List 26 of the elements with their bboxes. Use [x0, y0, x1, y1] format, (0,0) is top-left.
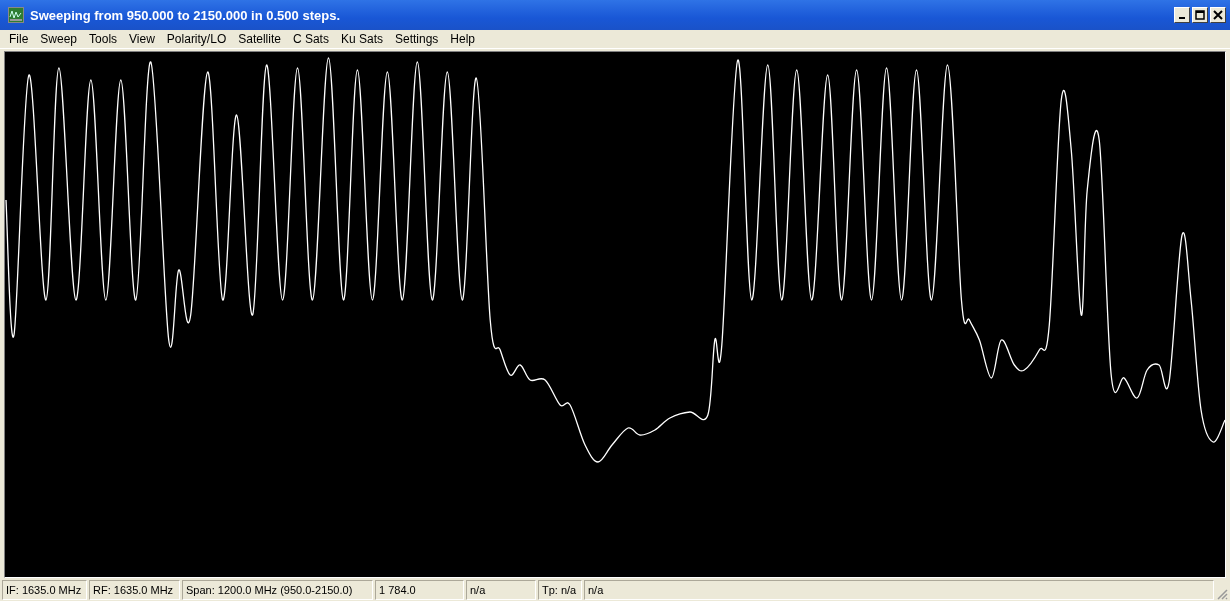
menu-item[interactable]: File [3, 32, 35, 46]
menu-item[interactable]: Sweep [34, 32, 84, 46]
menu-item[interactable]: C Sats [286, 32, 335, 46]
status-pane: n/a [584, 580, 1214, 600]
menu-item[interactable]: Help [444, 32, 481, 46]
menu-item[interactable]: Settings [388, 32, 445, 46]
window-title: Sweeping from 950.000 to 2150.000 in 0.500 steps. [30, 7, 341, 23]
status-pane: Span: 1200.0 MHz (950.0-2150.0) [182, 580, 373, 600]
status-pane: n/a [466, 580, 536, 600]
menu-item[interactable]: Satellite [232, 32, 287, 46]
close-icon [1213, 10, 1223, 20]
close-button[interactable] [1210, 7, 1226, 23]
menu-item[interactable]: Tools [83, 32, 124, 46]
resize-grip-icon[interactable] [1216, 588, 1228, 600]
menu-item[interactable]: View [123, 32, 161, 46]
maximize-button[interactable] [1192, 7, 1208, 23]
status-pane: IF: 1635.0 MHz [2, 580, 87, 600]
status-pane: Tp: n/a [538, 580, 582, 600]
status-pane: RF: 1635.0 MHz [89, 580, 180, 600]
app-icon [8, 7, 24, 23]
minimize-button[interactable] [1174, 7, 1190, 23]
maximize-icon [1195, 10, 1205, 20]
status-pane: 1 784.0 [375, 580, 464, 600]
minimize-icon [1179, 17, 1185, 19]
menu-item[interactable]: Polarity/LO [160, 32, 233, 46]
menu-item[interactable]: Ku Sats [334, 32, 389, 46]
